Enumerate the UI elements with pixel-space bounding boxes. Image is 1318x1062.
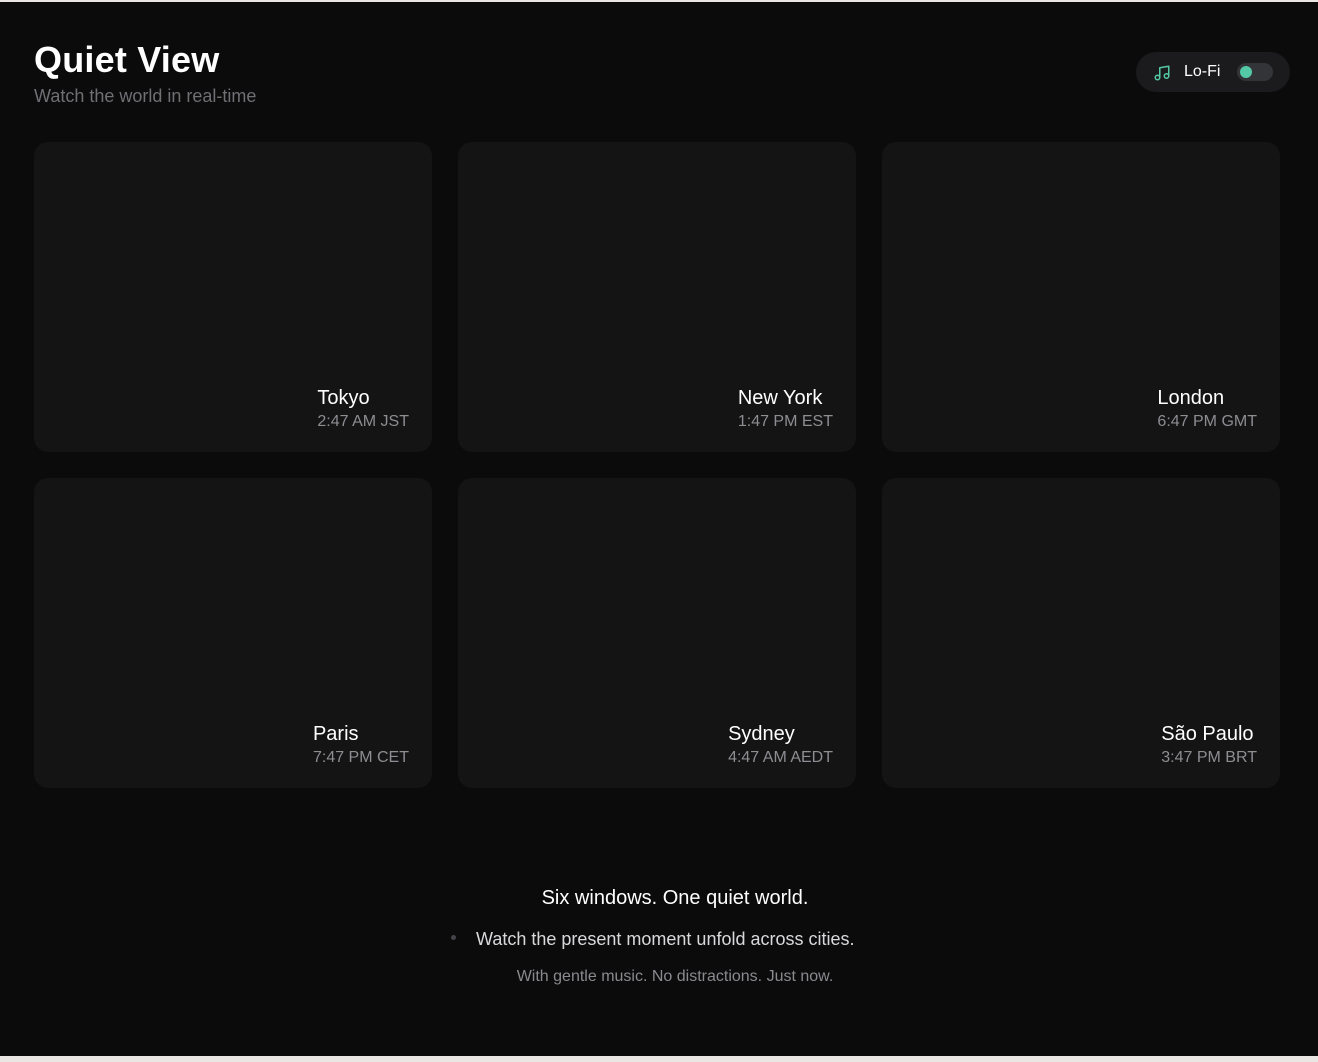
- city-info: London 6:47 PM GMT: [1157, 386, 1257, 431]
- city-name: Sydney: [728, 723, 795, 745]
- lofi-toggle-button[interactable]: Lo-Fi: [1136, 52, 1290, 92]
- city-card-tokyo[interactable]: Tokyo 2:47 AM JST: [34, 142, 432, 452]
- city-card-london[interactable]: London 6:47 PM GMT: [882, 142, 1280, 452]
- city-name: São Paulo: [1161, 723, 1254, 745]
- lofi-switch[interactable]: [1237, 63, 1273, 81]
- city-card-sydney[interactable]: Sydney 4:47 AM AEDT: [458, 478, 856, 788]
- footer-note: With gentle music. No distractions. Just…: [516, 968, 834, 985]
- city-info: New York 1:47 PM EST: [738, 386, 833, 431]
- city-card-new-york[interactable]: New York 1:47 PM EST: [458, 142, 856, 452]
- city-time: 4:47 AM AEDT: [728, 749, 833, 766]
- city-info: São Paulo 3:47 PM BRT: [1161, 722, 1257, 767]
- city-name: Tokyo: [317, 387, 370, 409]
- city-card-sao-paulo[interactable]: São Paulo 3:47 PM BRT: [882, 478, 1280, 788]
- page-title: Quiet View: [34, 39, 220, 80]
- city-name: New York: [737, 387, 823, 409]
- city-name: London: [1157, 387, 1225, 409]
- page-subtitle: Watch the world in real-time: [34, 86, 257, 106]
- city-time: 3:47 PM BRT: [1161, 749, 1257, 766]
- app-window: Quiet View Watch the world in real-time …: [0, 2, 1318, 1056]
- lofi-label: Lo-Fi: [1184, 63, 1221, 80]
- lofi-switch-knob: [1240, 66, 1252, 78]
- city-name: Paris: [312, 723, 359, 745]
- footer-headline: Six windows. One quiet world.: [541, 887, 809, 909]
- city-grid: Tokyo 2:47 AM JST New York 1:47 PM EST L…: [34, 142, 1282, 788]
- bullet-dot: [451, 935, 456, 940]
- city-info: Paris 7:47 PM CET: [313, 722, 409, 767]
- city-time: 2:47 AM JST: [317, 413, 409, 430]
- city-info: Tokyo 2:47 AM JST: [317, 386, 409, 431]
- music-note-icon: [1154, 65, 1170, 81]
- city-time: 6:47 PM GMT: [1157, 413, 1257, 430]
- footer-tagline: Watch the present moment unfold across c…: [476, 929, 855, 949]
- city-time: 1:47 PM EST: [737, 413, 833, 430]
- city-time: 7:47 PM CET: [312, 749, 409, 766]
- city-card-paris[interactable]: Paris 7:47 PM CET: [34, 478, 432, 788]
- city-info: Sydney 4:47 AM AEDT: [728, 722, 833, 767]
